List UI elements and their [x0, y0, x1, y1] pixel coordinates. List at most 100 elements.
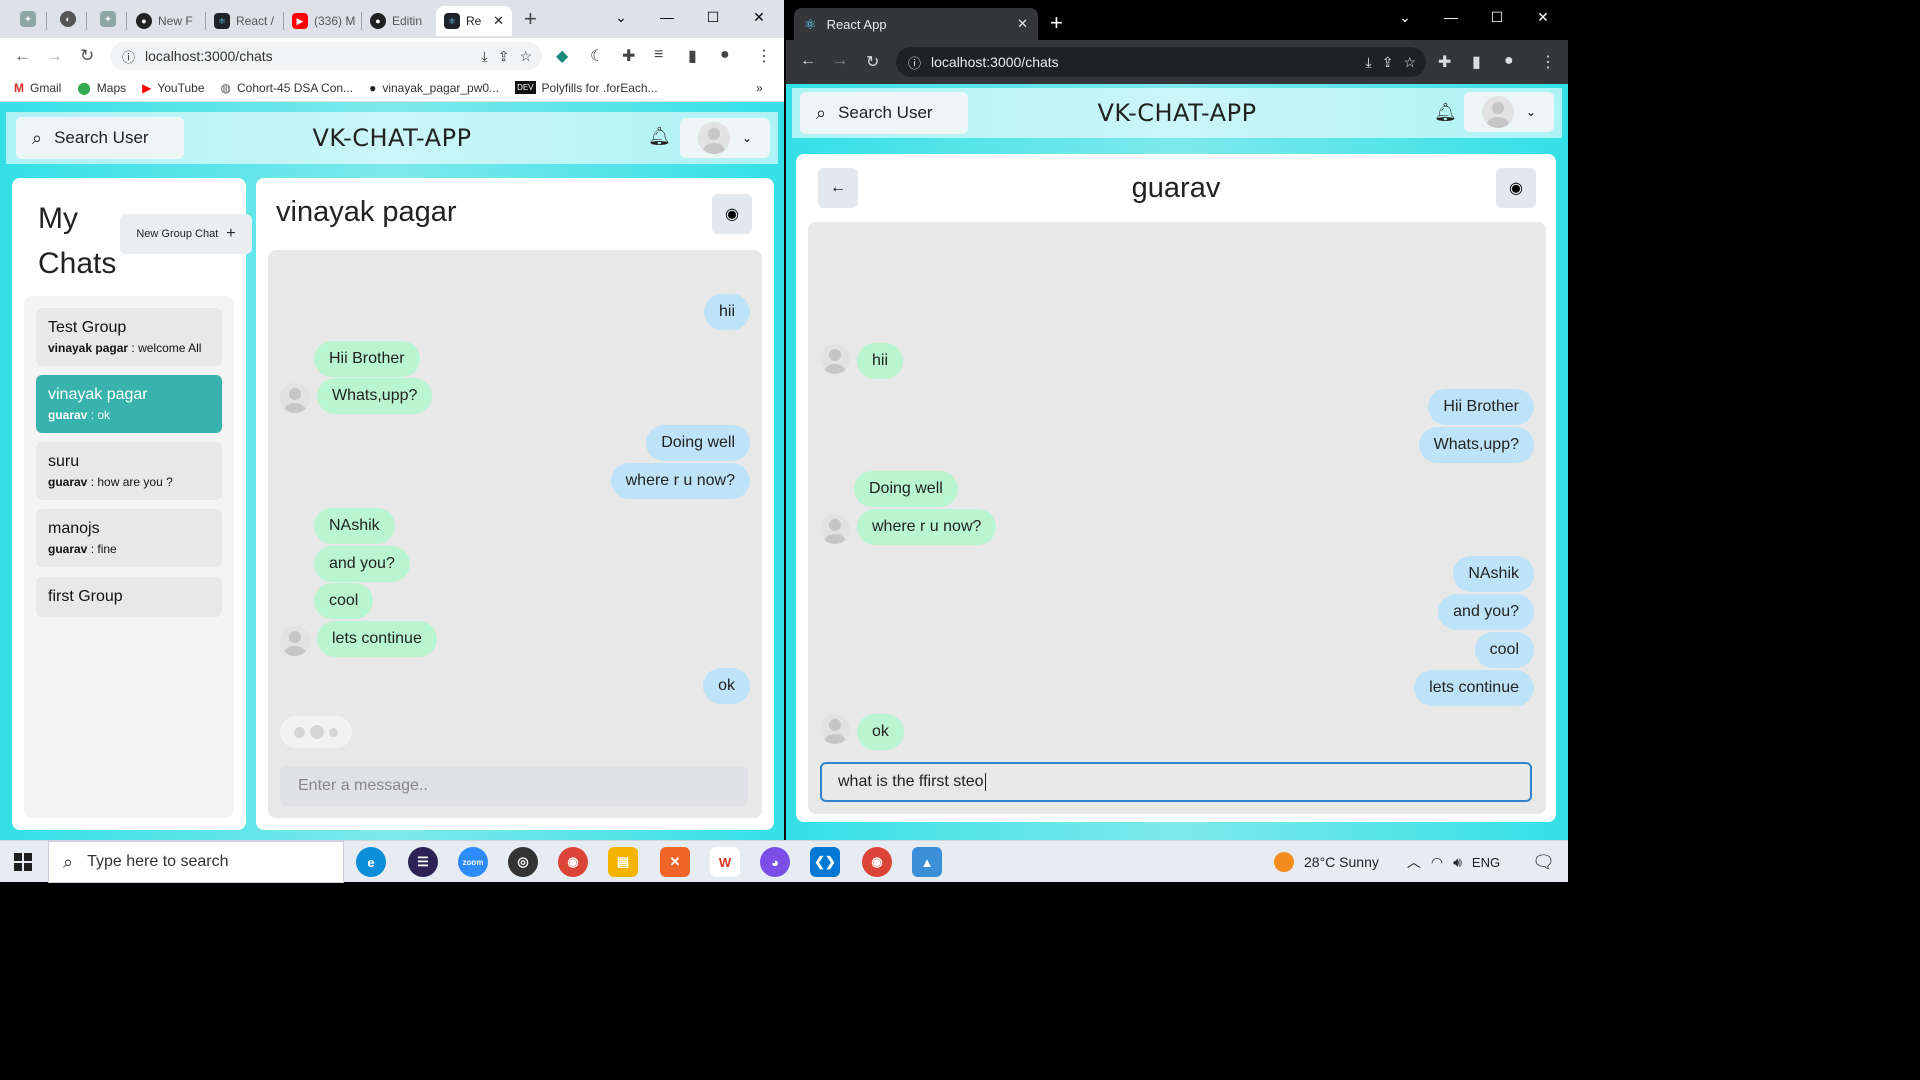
bookmark-dev[interactable]: DEV Polyfills for .forEach... [515, 81, 658, 95]
eye-icon: ◉ [725, 206, 739, 223]
message-area: hii Hii Brother Whats,upp? Doing well wh… [268, 250, 762, 818]
bookmark-gmail[interactable]: M Gmail [14, 81, 61, 95]
minimize-icon[interactable]: — [1428, 0, 1474, 34]
forward-icon[interactable]: → [46, 46, 63, 66]
vscode-icon[interactable]: ❮❯ [810, 847, 840, 877]
xampp-icon[interactable]: ✕ [660, 847, 690, 877]
address-bar[interactable]: ⓘ localhost:3000/chats ⤓ ⇪ ☆ [110, 42, 542, 70]
new-tab-icon[interactable]: + [1050, 10, 1063, 36]
tab-react-1[interactable]: ⚛ React / [206, 6, 282, 36]
maximize-icon[interactable]: ☐ [1474, 0, 1520, 34]
share-icon[interactable]: ⇪ [498, 48, 510, 65]
zoom-icon[interactable]: zoom [458, 847, 488, 877]
address-bar[interactable]: ⓘ localhost:3000/chats ⤓ ⇪ ☆ [896, 47, 1426, 77]
install-icon[interactable]: ⤓ [1366, 54, 1372, 71]
app-header: ⌕ Search User VK-CHAT-APP 🔔︎ ⌄ [792, 88, 1562, 138]
weather-sun-icon[interactable] [1274, 852, 1294, 872]
globe-tab-icon[interactable]: ◐ [60, 11, 76, 27]
message-bubble: Doing well [854, 471, 958, 507]
tab-search-icon[interactable]: ⌄ [598, 0, 644, 34]
tab-search-icon[interactable]: ⌄ [1382, 0, 1428, 34]
tab-github-edit[interactable]: ● Editin [362, 6, 438, 36]
wps-office-icon[interactable]: W [710, 847, 740, 877]
close-tab-icon[interactable]: ✕ [1017, 16, 1028, 32]
more-bookmarks-icon[interactable]: » [756, 81, 763, 95]
share-icon[interactable]: ⇪ [1382, 54, 1394, 71]
star-icon[interactable]: ☆ [1403, 54, 1416, 71]
eclipse-icon[interactable]: ☰ [408, 847, 438, 877]
close-window-icon[interactable]: ✕ [736, 0, 782, 34]
bell-icon[interactable]: 🔔︎ [1434, 102, 1457, 123]
bookmark-github[interactable]: ● vinayak_pagar_pw0... [369, 81, 499, 95]
windows-start-icon[interactable] [14, 853, 32, 871]
obs-icon[interactable]: ◎ [508, 847, 538, 877]
sidepanel-icon[interactable]: ▮ [1472, 52, 1481, 72]
menu-icon[interactable]: ⋮ [756, 46, 772, 66]
reading-list-icon[interactable]: ≡ [654, 46, 663, 64]
photos-icon[interactable]: ▲ [912, 847, 942, 877]
bookmark-youtube[interactable]: ▶ YouTube [142, 81, 204, 95]
language-indicator[interactable]: ENG [1472, 855, 1500, 870]
bell-icon[interactable]: 🔔︎ [648, 126, 671, 147]
file-explorer-icon[interactable]: ▤ [608, 847, 638, 877]
bookmark-cohort[interactable]: ◍ Cohort-45 DSA Con... [221, 81, 354, 95]
chatgpt-tab-icon-2[interactable]: ✦ [100, 11, 116, 27]
profile-menu-button[interactable]: ⌄ [680, 118, 770, 158]
message-bubble: Whats,upp? [1418, 427, 1534, 463]
profile-menu-button[interactable]: ⌄ [1464, 92, 1554, 132]
message-bubble: ok [857, 714, 904, 750]
close-window-icon[interactable]: ✕ [1520, 0, 1566, 34]
discord-icon[interactable]: ◕ [760, 847, 790, 877]
new-tab-icon[interactable]: + [524, 6, 537, 32]
search-user-button[interactable]: ⌕ Search User [16, 117, 184, 159]
github-icon-2: ● [370, 13, 386, 29]
message-input[interactable]: what is the ffirst steo [820, 762, 1532, 802]
chat-item-suru[interactable]: suru guarav : how are you ? [36, 442, 222, 500]
tab-react-app[interactable]: ⚛ React App ✕ [794, 8, 1038, 40]
chat-item-manojs[interactable]: manojs guarav : fine [36, 509, 222, 567]
text-caret [984, 773, 986, 791]
bookmark-maps[interactable]: ⬤ Maps [77, 81, 126, 95]
search-user-button[interactable]: ⌕ Search User [800, 92, 968, 134]
chat-item-test-group[interactable]: Test Group vinayak pagar : welcome All [36, 308, 222, 366]
forward-icon[interactable]: → [832, 52, 848, 70]
message-input[interactable]: Enter a message.. [280, 766, 748, 806]
tab-react-active[interactable]: ⚛ Re ✕ [436, 6, 512, 36]
new-group-chat-button[interactable]: New Group Chat + [120, 214, 252, 254]
chevron-up-icon[interactable]: ︿ [1407, 852, 1421, 872]
reload-icon[interactable]: ↻ [80, 46, 94, 66]
puzzle-icon[interactable]: ✚ [622, 46, 635, 66]
chat-item-vinayak-pagar[interactable]: vinayak pagar guarav : ok [36, 375, 222, 433]
wifi-icon[interactable]: ◠ [1431, 854, 1443, 871]
chrome-icon-2[interactable]: ◉ [862, 847, 892, 877]
star-icon[interactable]: ☆ [519, 48, 532, 65]
tab-github-new[interactable]: ● New F [128, 6, 204, 36]
puzzle-icon[interactable]: ✚ [1438, 52, 1451, 72]
install-icon[interactable]: ⤓ [482, 48, 488, 65]
message-area: hii Hii Brother Whats,upp? Doing well wh… [808, 222, 1546, 814]
gmail-icon: M [14, 80, 24, 95]
back-icon[interactable]: ← [14, 46, 31, 66]
extension-icon[interactable]: ◆ [556, 46, 568, 66]
sidepanel-icon[interactable]: ▮ [688, 46, 697, 66]
reload-icon[interactable]: ↻ [866, 52, 879, 72]
back-icon[interactable]: ← [800, 52, 816, 70]
view-profile-button[interactable]: ◉ [712, 194, 752, 234]
chrome-icon[interactable]: ◉ [558, 847, 588, 877]
view-profile-button[interactable]: ◉ [1496, 168, 1536, 208]
maximize-icon[interactable]: ☐ [690, 0, 736, 34]
edge-icon[interactable]: e [356, 847, 386, 877]
taskbar-search[interactable]: ⌕ Type here to search [48, 841, 344, 883]
chat-panel: vinayak pagar ◉ hii Hii Brother Whats,up… [256, 178, 774, 830]
profile-icon[interactable]: ● [1504, 52, 1514, 70]
chatgpt-tab-icon[interactable]: ✦ [20, 11, 36, 27]
menu-icon[interactable]: ⋮ [1540, 52, 1556, 72]
close-tab-icon[interactable]: ✕ [493, 13, 504, 29]
dark-mode-icon[interactable]: ☾ [590, 46, 604, 66]
chat-item-first-group[interactable]: first Group [36, 577, 222, 617]
minimize-icon[interactable]: — [644, 0, 690, 34]
notifications-icon[interactable]: 🗨︎ [1532, 852, 1555, 873]
tab-youtube[interactable]: ▶ (336) M [284, 6, 360, 36]
profile-icon[interactable]: ● [720, 46, 730, 64]
volume-icon[interactable]: 🔊︎ [1453, 854, 1462, 871]
